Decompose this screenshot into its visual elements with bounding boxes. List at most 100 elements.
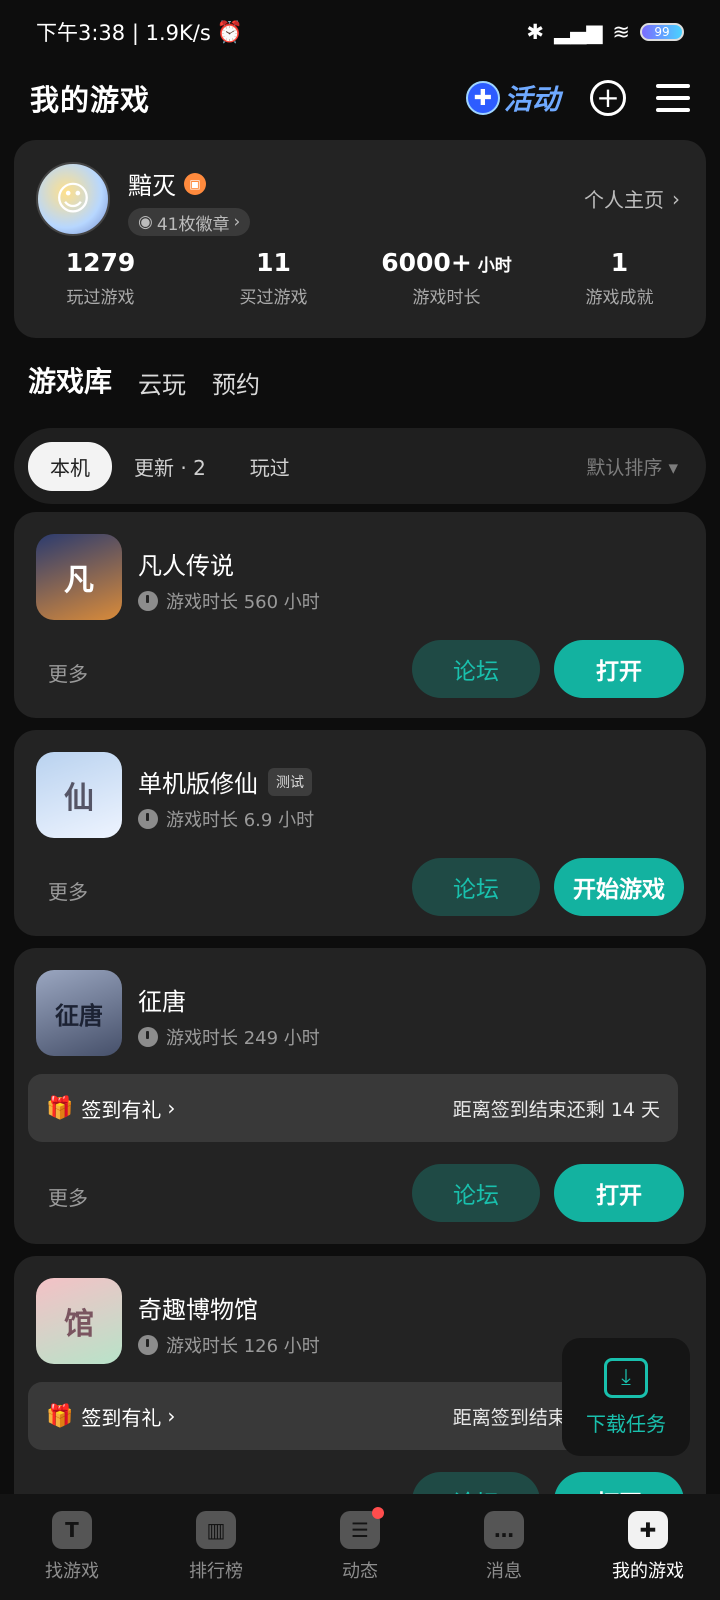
stat-bought[interactable]: 11 买过游戏 — [187, 248, 360, 308]
badges-pill[interactable]: ◉ 41枚徽章 › — [128, 208, 251, 236]
more-link[interactable]: 更多 — [48, 658, 88, 687]
plus-circle-icon[interactable]: + — [590, 80, 626, 116]
top-nav: 我的游戏 ✚ 活动 + — [0, 68, 720, 128]
stat-label: 玩过游戏 — [66, 288, 135, 308]
tab-cloud-play[interactable]: 云玩 — [138, 365, 186, 406]
medal-icon: ◉ — [138, 212, 153, 232]
stats-row: 1279 玩过游戏 11 买过游戏 6000+ 小时 游戏时长 1 游戏成就 — [14, 248, 706, 308]
activity-logo-icon: ✚ — [465, 81, 500, 115]
wifi-icon: ≋ — [612, 20, 630, 44]
chevron-right-icon: › — [672, 186, 680, 211]
open-button[interactable]: 打开 — [554, 640, 684, 698]
feed-icon: ☰ — [340, 1507, 384, 1549]
profile-link-label: 个人主页 — [584, 188, 664, 212]
alarm-icon: ⏰ — [216, 19, 243, 44]
bottom-nav: T 找游戏 ▥ 排行榜 ☰ 动态 … 消息 ✚ 我的游戏 — [0, 1494, 720, 1600]
filter-updates[interactable]: 更新 · 2 — [112, 442, 228, 491]
game-icon: 凡 — [36, 534, 122, 620]
forum-button[interactable]: 论坛 — [412, 640, 540, 698]
stat-played[interactable]: 1279 玩过游戏 — [14, 248, 187, 308]
game-title: 奇趣博物馆 — [138, 1296, 258, 1324]
chevron-right-icon: › — [233, 212, 241, 232]
signal-icon: ▂▄▆ — [553, 20, 603, 44]
playtime: 游戏时长 560 小时 — [166, 592, 320, 613]
battery-icon: 99 — [640, 23, 684, 41]
nav-label: 我的游戏 — [612, 1561, 684, 1582]
stat-value: 11 — [256, 248, 291, 277]
menu-icon[interactable] — [656, 84, 690, 112]
gamepad-icon: ✚ — [628, 1511, 668, 1549]
status-text: 下午3:38 | 1.9K/s — [36, 21, 211, 45]
main-tabs: 游戏库 云玩 预约 — [25, 360, 260, 406]
start-game-button[interactable]: 开始游戏 — [554, 858, 684, 916]
nav-label: 动态 — [342, 1561, 378, 1582]
avatar[interactable]: ☺ — [36, 162, 110, 236]
signin-label: 签到有礼 — [81, 1405, 162, 1430]
bluetooth-icon: ✱ — [526, 20, 544, 44]
stat-value: 6000+ — [381, 248, 472, 277]
signin-label: 签到有礼 — [81, 1097, 162, 1122]
download-tasks-button[interactable]: ⤓ 下载任务 — [562, 1338, 690, 1456]
tab-reservation[interactable]: 预约 — [212, 365, 260, 406]
open-button[interactable]: 打开 — [554, 1164, 684, 1222]
more-link[interactable]: 更多 — [48, 876, 88, 905]
message-icon: … — [484, 1511, 524, 1549]
stopwatch-icon — [138, 1027, 158, 1047]
download-label: 下载任务 — [586, 1411, 666, 1436]
username: 黯灭 — [128, 172, 176, 200]
stopwatch-icon — [138, 591, 158, 611]
status-bar: 下午3:38 | 1.9K/s ⏰ ✱ ▂▄▆ ≋ 99 — [0, 0, 720, 64]
stopwatch-icon — [138, 809, 158, 829]
filter-bar: 本机 更新 · 2 玩过 默认排序 ▾ — [14, 428, 706, 504]
download-icon: ⤓ — [604, 1357, 648, 1398]
stat-playtime[interactable]: 6000+ 小时 游戏时长 — [360, 248, 533, 308]
game-icon: 征唐 — [36, 970, 122, 1056]
more-link[interactable]: 更多 — [48, 1182, 88, 1211]
activity-label: 活动 — [503, 83, 560, 116]
nav-my-games[interactable]: ✚ 我的游戏 — [576, 1494, 720, 1600]
stat-value: 1279 — [65, 248, 136, 277]
game-title: 凡人传说 — [138, 552, 234, 580]
game-title: 单机版修仙 — [138, 770, 258, 798]
playtime: 游戏时长 6.9 小时 — [166, 810, 315, 831]
sort-label: 默认排序 — [586, 456, 663, 479]
nav-find-games[interactable]: T 找游戏 — [0, 1494, 144, 1600]
forum-button[interactable]: 论坛 — [412, 858, 540, 916]
game-icon: 馆 — [36, 1278, 122, 1364]
activity-button[interactable]: ✚ 活动 — [465, 78, 560, 118]
badges-count: 41枚徽章 — [156, 214, 230, 235]
signin-bar[interactable]: 🎁 签到有礼 › 距离签到结束还剩 14 天 — [28, 1074, 678, 1142]
stat-label: 游戏成就 — [585, 288, 654, 308]
stopwatch-icon — [138, 1335, 158, 1355]
caret-down-icon: ▾ — [668, 456, 678, 479]
nav-messages[interactable]: … 消息 — [432, 1494, 576, 1600]
game-card[interactable]: 仙 单机版修仙 测试 游戏时长 6.9 小时 更多 论坛 开始游戏 — [14, 730, 706, 936]
profile-link[interactable]: 个人主页 › — [584, 184, 680, 213]
forum-button[interactable]: 论坛 — [412, 1164, 540, 1222]
filter-played[interactable]: 玩过 — [228, 442, 312, 491]
game-card[interactable]: 征唐 征唐 游戏时长 249 小时 🎁 签到有礼 › 距离签到结束还剩 14 天 … — [14, 948, 706, 1244]
page-title: 我的游戏 — [30, 83, 151, 117]
chevron-right-icon: › — [167, 1096, 176, 1120]
nav-label: 找游戏 — [45, 1561, 99, 1582]
gift-icon: 🎁 — [46, 1403, 74, 1429]
tab-library[interactable]: 游戏库 — [25, 360, 115, 406]
stat-achievements[interactable]: 1 游戏成就 — [533, 248, 706, 308]
filter-local[interactable]: 本机 — [28, 441, 112, 491]
game-title: 征唐 — [138, 988, 186, 1016]
nav-ranking[interactable]: ▥ 排行榜 — [144, 1494, 288, 1600]
sort-dropdown[interactable]: 默认排序 ▾ — [586, 453, 678, 480]
gamepad-badge-icon: ▣ — [184, 172, 206, 195]
nav-feed[interactable]: ☰ 动态 — [288, 1494, 432, 1600]
nav-label: 排行榜 — [189, 1561, 243, 1582]
nav-label: 消息 — [486, 1561, 522, 1582]
chevron-right-icon: › — [167, 1404, 176, 1428]
game-card[interactable]: 凡 凡人传说 游戏时长 560 小时 更多 论坛 打开 — [14, 512, 706, 718]
stat-unit: 小时 — [477, 256, 512, 276]
playtime: 游戏时长 126 小时 — [166, 1336, 320, 1357]
ranking-icon: ▥ — [196, 1511, 236, 1549]
stat-value: 1 — [610, 248, 629, 277]
stat-label: 买过游戏 — [239, 288, 308, 308]
stat-label: 游戏时长 — [412, 288, 481, 308]
signin-remaining: 距离签到结束还剩 14 天 — [452, 1098, 660, 1121]
